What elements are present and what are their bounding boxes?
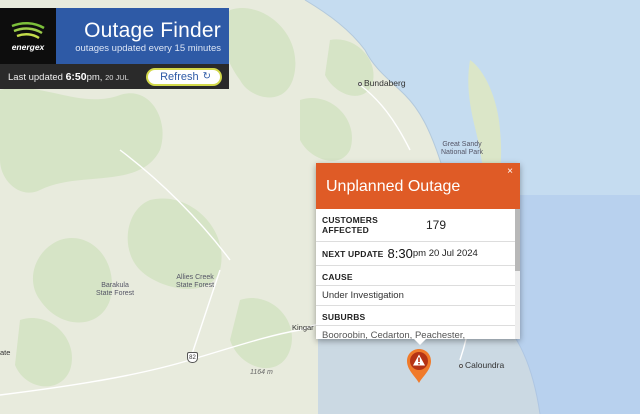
popup-pointer [414, 339, 426, 345]
suburbs-value: Booroobin, Cedarton, Peachester, [322, 330, 466, 339]
energex-swoosh-icon [11, 22, 45, 40]
map-label-allies-creek: Allies Creek State Forest [176, 274, 215, 289]
customers-affected-value: 179 [426, 218, 447, 232]
refresh-label: Refresh [160, 70, 199, 83]
customers-affected-row: CUSTOMERS AFFECTED 179 [316, 209, 520, 242]
map-label-great-sandy: Great Sandy National Park [441, 141, 484, 156]
popup-scrollbar-thumb[interactable] [515, 209, 520, 271]
last-updated-date: 20 JUL [105, 72, 129, 82]
suburbs-label: SUBURBS [316, 306, 520, 326]
outage-finder-panel: energex Outage Finder outages updated ev… [0, 8, 229, 89]
last-updated-text: Last updated 6:50pm, 20 JUL [8, 70, 129, 83]
refresh-icon: ↻ [202, 71, 211, 82]
next-update-time: 8:30 [387, 246, 413, 261]
energex-logo: energex [0, 8, 56, 64]
close-icon[interactable]: × [507, 167, 513, 177]
outage-popup: Unplanned Outage × CUSTOMERS AFFECTED 17… [316, 163, 520, 339]
warning-icon [407, 349, 431, 383]
route-82-shield: 82 [187, 352, 198, 363]
map-label-bundaberg: Bundaberg [358, 79, 406, 87]
next-update-date: pm 20 Jul 2024 [412, 248, 478, 259]
cause-value: Under Investigation [316, 286, 520, 306]
next-update-row: NEXT UPDATE 8:30 pm 20 Jul 2024 [316, 242, 520, 266]
map-label-caloundra: Caloundra [459, 361, 504, 369]
app-subtitle: outages updated every 15 minutes [75, 43, 221, 54]
energex-logo-text: energex [11, 42, 45, 52]
cause-label: CAUSE [316, 266, 520, 286]
map-label-left-edge: ate [0, 348, 11, 357]
next-update-label: NEXT UPDATE [322, 248, 384, 259]
customers-affected-label: CUSTOMERS AFFECTED [322, 215, 378, 235]
popup-scrollbar[interactable] [515, 209, 520, 339]
map-label-elevation: 1164 m [250, 369, 273, 376]
app-title: Outage Finder [84, 19, 221, 42]
outage-marker[interactable] [405, 348, 433, 384]
popup-scroll-area[interactable]: CUSTOMERS AFFECTED 179 NEXT UPDATE 8:30 … [316, 209, 520, 339]
map-label-barakula: Barakula State Forest [96, 282, 135, 297]
map-label-kingaroy: Kingar [292, 323, 314, 332]
popup-title: Unplanned Outage [326, 178, 461, 195]
last-updated-time: 6:50 [65, 70, 87, 83]
refresh-button[interactable]: Refresh ↻ [146, 67, 222, 86]
